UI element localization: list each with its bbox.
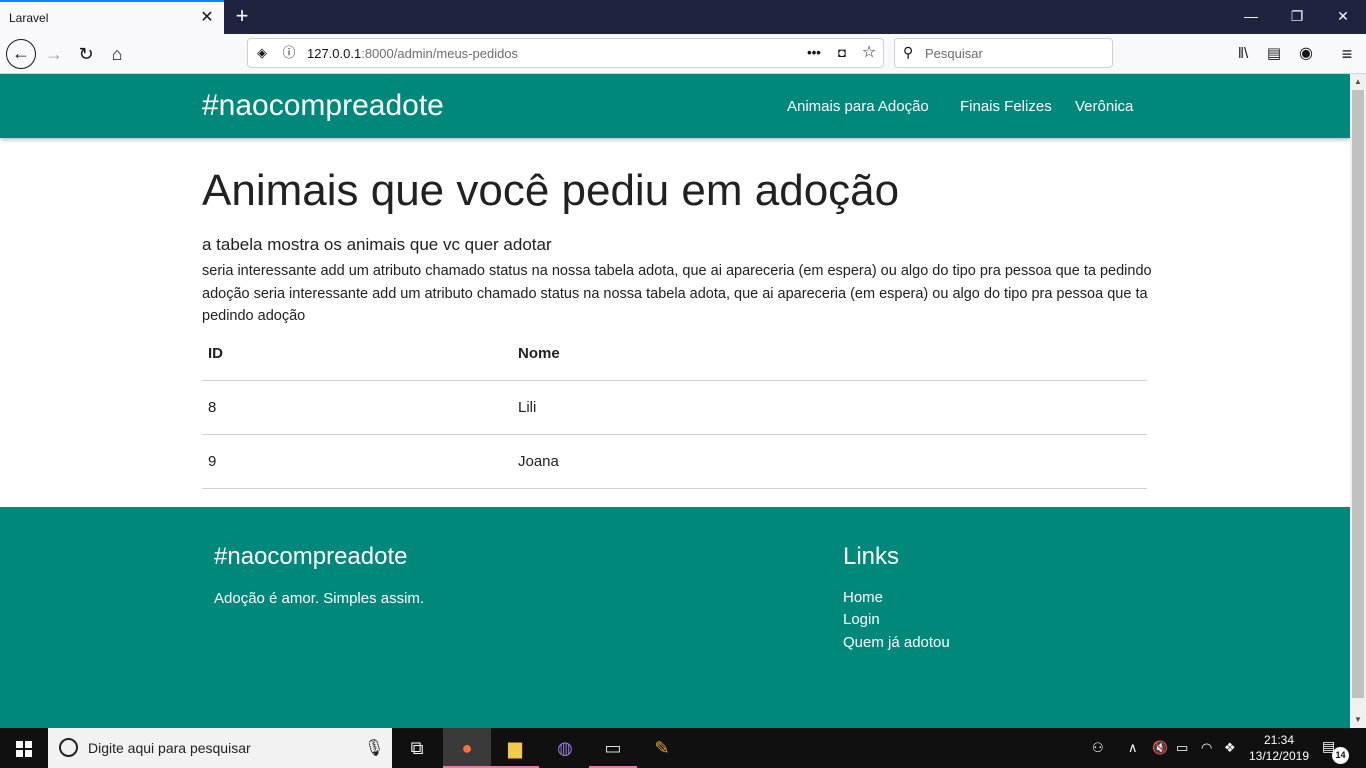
start-button[interactable] [0, 728, 48, 768]
scroll-thumb[interactable] [1352, 90, 1364, 698]
task-view-icon[interactable]: ⧉ [393, 728, 441, 768]
table-header-row: ID Nome [202, 327, 1147, 381]
search-placeholder: Pesquisar [925, 46, 983, 61]
minimize-button[interactable]: — [1228, 0, 1274, 34]
footer-brand: #naocompreadote [214, 543, 408, 570]
more-actions-icon[interactable]: ••• [804, 43, 824, 63]
menu-hamburger-icon[interactable]: ≡ [1333, 40, 1361, 68]
site-brand-link[interactable]: #naocompreadote [202, 89, 444, 123]
back-arrow-icon[interactable]: ← [6, 39, 36, 69]
site-footer: #naocompreadote Adoção é amor. Simples a… [0, 507, 1350, 728]
new-tab-button[interactable]: + [230, 4, 254, 28]
cortana-icon[interactable] [59, 738, 78, 757]
taskbar-search-box[interactable]: Digite aqui para pesquisar 🎙 [48, 728, 392, 768]
reload-icon[interactable]: ↻ [72, 40, 100, 68]
page-viewport: #naocompreadote Animais para Adoção Fina… [0, 74, 1350, 728]
bookmark-star-icon[interactable]: ☆ [859, 43, 879, 63]
cell-nome: Lili [512, 380, 1147, 435]
column-header-id: ID [202, 327, 512, 381]
clock-date: 13/12/2019 [1248, 749, 1310, 763]
terminal-icon[interactable]: ▭ [589, 728, 637, 768]
pocket-icon[interactable]: ◘ [832, 43, 852, 63]
requests-table: ID Nome 8 Lili 9 Joana [202, 327, 1147, 489]
footer-link-home[interactable]: Home [843, 589, 883, 606]
footer-link-quem-ja-adotou[interactable]: Quem já adotou [843, 634, 950, 651]
firefox-icon[interactable]: ● [443, 728, 491, 768]
shield-icon[interactable]: ◈ [252, 43, 272, 63]
page-title: Animais que você pediu em adoção [202, 166, 900, 215]
github-desktop-icon[interactable]: ◍ [541, 728, 589, 768]
people-icon[interactable]: ⚇ [1092, 740, 1104, 756]
footer-link-login[interactable]: Login [843, 611, 880, 628]
system-clock[interactable]: 21:34 13/12/2019 [1246, 732, 1312, 764]
scroll-up-arrow-icon[interactable]: ▲ [1350, 74, 1366, 90]
paint-icon[interactable]: ✎ [638, 728, 686, 768]
nav-link-user[interactable]: Verônica [1075, 98, 1133, 115]
cell-id: 8 [202, 380, 512, 435]
browser-titlebar: Laravel ✕ + — ❐ ✕ [0, 0, 1366, 34]
windows-taskbar: Digite aqui para pesquisar 🎙 ⧉ ● ▆ ◍ ▭ ✎… [0, 728, 1366, 768]
sidebar-icon[interactable]: ▤ [1260, 40, 1288, 68]
cell-nome: Joana [512, 434, 1147, 489]
nav-link-finais-felizes[interactable]: Finais Felizes [960, 98, 1052, 115]
cell-id: 9 [202, 434, 512, 489]
scroll-down-arrow-icon[interactable]: ▼ [1350, 712, 1366, 728]
home-icon[interactable]: ⌂ [103, 40, 131, 68]
taskbar-search-placeholder: Digite aqui para pesquisar [88, 740, 251, 756]
tab-close-icon[interactable]: ✕ [198, 9, 216, 27]
restore-button[interactable]: ❐ [1274, 0, 1320, 34]
battery-icon[interactable]: ▭ [1176, 740, 1188, 756]
info-icon[interactable]: ⓘ [279, 43, 299, 63]
search-icon: ⚲ [903, 44, 914, 60]
library-icon[interactable]: ‖\ [1229, 40, 1257, 68]
volume-muted-icon[interactable]: 🔇 [1152, 740, 1168, 756]
browser-toolbar: ← → ↻ ⌂ ◈ ⓘ 127.0.0.1:8000/admin/meus-pe… [0, 34, 1366, 74]
search-bar[interactable]: ⚲ Pesquisar [894, 38, 1113, 68]
tab-title: Laravel [9, 11, 49, 25]
address-bar[interactable]: ◈ ⓘ 127.0.0.1:8000/admin/meus-pedidos ••… [247, 38, 884, 68]
clock-time: 21:34 [1263, 733, 1295, 747]
table-row: 9 Joana [202, 434, 1147, 489]
url-path: :8000/admin/meus-pedidos [361, 46, 519, 61]
url-text[interactable]: 127.0.0.1:8000/admin/meus-pedidos [307, 46, 518, 61]
close-window-button[interactable]: ✕ [1320, 0, 1366, 34]
site-header: #naocompreadote Animais para Adoção Fina… [0, 74, 1350, 138]
url-host: 127.0.0.1 [307, 46, 362, 61]
column-header-nome: Nome [512, 327, 1147, 381]
show-hidden-icons-chevron-icon[interactable]: ∧ [1128, 740, 1138, 756]
file-explorer-icon[interactable]: ▆ [491, 728, 539, 768]
footer-links-title: Links [843, 543, 900, 570]
browser-tab[interactable]: Laravel ✕ [0, 0, 224, 34]
dropbox-icon[interactable]: ❖ [1224, 740, 1236, 756]
forward-arrow-icon[interactable]: → [40, 40, 68, 68]
footer-tagline: Adoção é amor. Simples assim. [214, 590, 425, 607]
page-description: seria interessante add um atributo chama… [202, 263, 1152, 324]
windows-logo-icon [16, 741, 32, 757]
wifi-icon[interactable]: ◠ [1201, 740, 1212, 756]
page-scrollbar[interactable]: ▲ ▼ [1350, 74, 1366, 728]
page-subtitle: a tabela mostra os animais que vc quer a… [202, 235, 552, 254]
nav-link-animais[interactable]: Animais para Adoção [787, 98, 929, 115]
account-icon[interactable]: ◉ [1292, 40, 1320, 68]
notification-count-badge: 14 [1332, 747, 1349, 764]
microphone-icon[interactable]: 🎙 [364, 738, 384, 758]
table-row: 8 Lili [202, 380, 1147, 435]
